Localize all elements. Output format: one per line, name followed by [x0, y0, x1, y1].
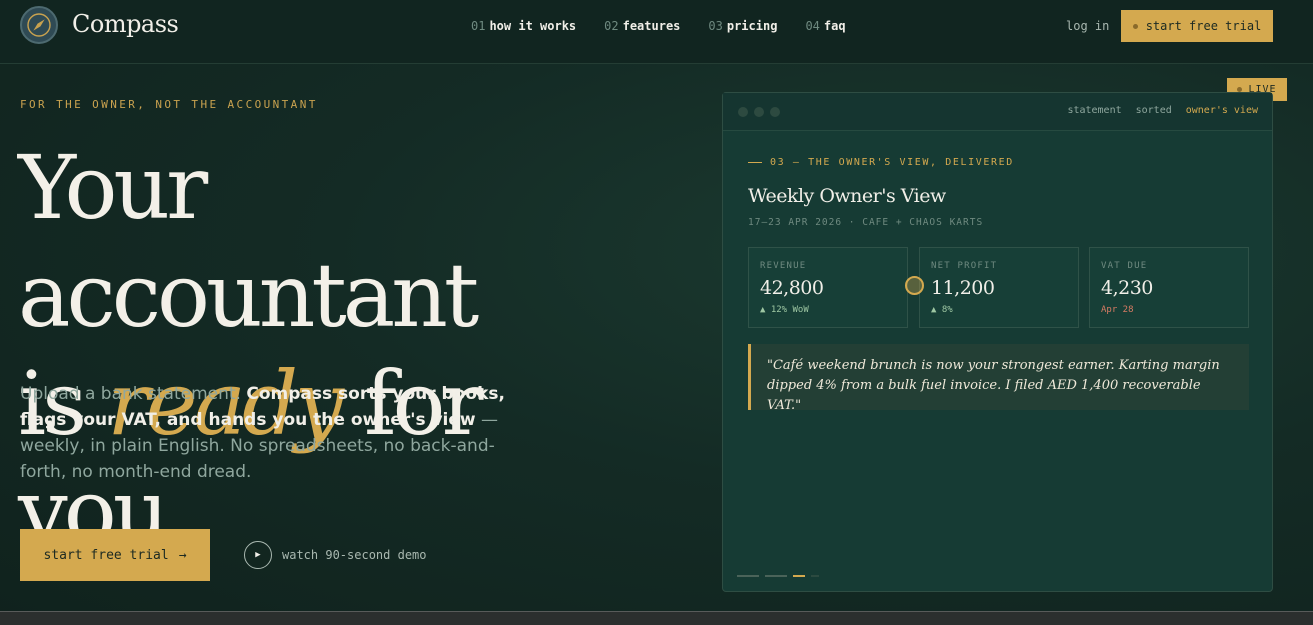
stat-vat-due: VAT DUE 4,230 Apr 28	[1089, 247, 1249, 328]
window-dot-icon	[754, 107, 764, 117]
nav-link-how-it-works[interactable]: 01 how it works	[471, 19, 576, 33]
progress-step-active[interactable]	[793, 575, 805, 577]
slide-progress	[737, 575, 819, 577]
cursor-marker-icon	[905, 276, 924, 295]
card-title: Weekly Owner's View	[748, 185, 946, 207]
tab-owners-view[interactable]: owner's view	[1186, 105, 1258, 116]
progress-step[interactable]	[737, 575, 759, 577]
stat-net-profit: NET PROFIT 11,200 ▲ 8%	[919, 247, 1079, 328]
stat-revenue: REVENUE 42,800 ▲ 12% WoW	[748, 247, 908, 328]
watch-demo-link[interactable]: ▶ watch 90-second demo	[244, 541, 427, 569]
dash-line	[748, 162, 762, 163]
insight-quote: "Café weekend brunch is now your stronge…	[748, 344, 1249, 413]
window-bottom-strip	[0, 611, 1313, 625]
brand-name[interactable]: Compass	[72, 10, 179, 38]
card-meta: 17–23 APR 2026 · CAFE + CHAOS KARTS	[748, 217, 984, 228]
hero-headline: Your accountant is ready for you.	[18, 134, 658, 566]
headline-line-1: Your accountant	[18, 136, 479, 347]
nav-start-trial-button[interactable]: start free trial	[1121, 10, 1273, 42]
nav-link-features[interactable]: 02 features	[604, 19, 680, 33]
owner-view-card: statement sorted owner's view 03 — THE O…	[722, 92, 1273, 592]
play-icon[interactable]: ▶	[244, 541, 272, 569]
card-window-bar: statement sorted owner's view	[723, 93, 1272, 131]
dot-icon	[1132, 23, 1138, 29]
compass-icon[interactable]	[20, 6, 58, 44]
window-dot-icon	[738, 107, 748, 117]
nav-link-faq[interactable]: 04 faq	[805, 19, 845, 33]
top-nav: Compass 01 how it works 02 features 03 pric…	[0, 0, 1313, 64]
card-tabs: statement sorted owner's view	[1067, 105, 1258, 116]
tab-sorted[interactable]: sorted	[1136, 105, 1172, 116]
arrow-right-icon: →	[178, 547, 187, 563]
nav-link-pricing[interactable]: 03 pricing	[708, 19, 777, 33]
card-section-label: 03 — THE OWNER'S VIEW, DELIVERED	[748, 157, 1014, 168]
hero-eyebrow: FOR THE OWNER, NOT THE ACCOUNTANT	[20, 98, 318, 111]
tab-statement[interactable]: statement	[1067, 105, 1121, 116]
hero-subtitle: Upload a bank statement. Compass sorts y…	[20, 384, 505, 482]
window-dot-icon	[770, 107, 780, 117]
progress-step[interactable]	[765, 575, 787, 577]
hero-start-trial-button[interactable]: start free trial →	[20, 529, 210, 581]
login-link[interactable]: log in	[1066, 19, 1109, 33]
progress-step	[811, 575, 819, 577]
nav-links: 01 how it works 02 features 03 pricing 04 fa…	[471, 19, 846, 33]
